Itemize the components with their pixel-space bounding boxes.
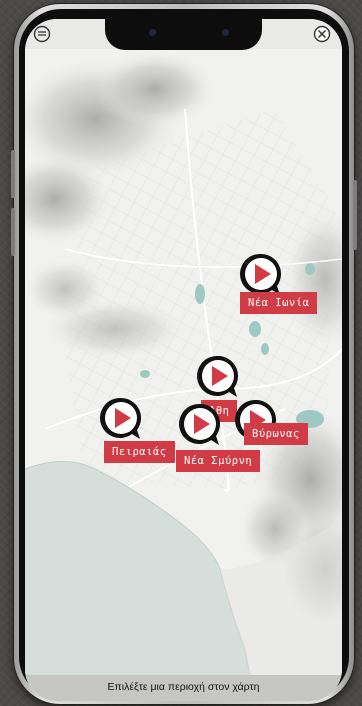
play-speech-bubble-icon [100,397,141,439]
marker-peiraias[interactable] [98,395,144,441]
play-speech-bubble-icon [240,253,281,295]
phone-screen: Νέα Ιωνία Αθη Βύρωνας Πειραιάς Νέα Σμύρν [25,19,342,701]
play-speech-bubble-icon [179,403,220,445]
place-label-nea-smyrni[interactable]: Νέα Σμύρνη [176,450,261,472]
menu-circle-icon[interactable] [33,25,51,43]
place-label-nea-ionia[interactable]: Νέα Ιωνία [240,292,318,314]
footer-instruction: Επιλέξτε μια περιοχή στον χάρτη [107,681,260,693]
footer-bar: Επιλέξτε μια περιοχή στον χάρτη [25,675,342,701]
volume-up-button [11,150,15,198]
map[interactable] [25,49,342,675]
marker-nea-smyrni[interactable] [177,401,223,447]
place-label-peiraias[interactable]: Πειραιάς [104,441,175,463]
place-label-vyronas[interactable]: Βύρωνας [244,423,308,445]
phone-notch [105,19,262,50]
play-speech-bubble-icon [197,355,238,397]
power-button [353,180,357,250]
marker-nea-ionia[interactable] [238,251,284,297]
close-icon[interactable] [313,25,331,43]
volume-down-button [11,208,15,256]
marker-athina[interactable] [195,353,241,399]
front-camera-icon [149,29,156,36]
sensor-icon [222,29,229,36]
